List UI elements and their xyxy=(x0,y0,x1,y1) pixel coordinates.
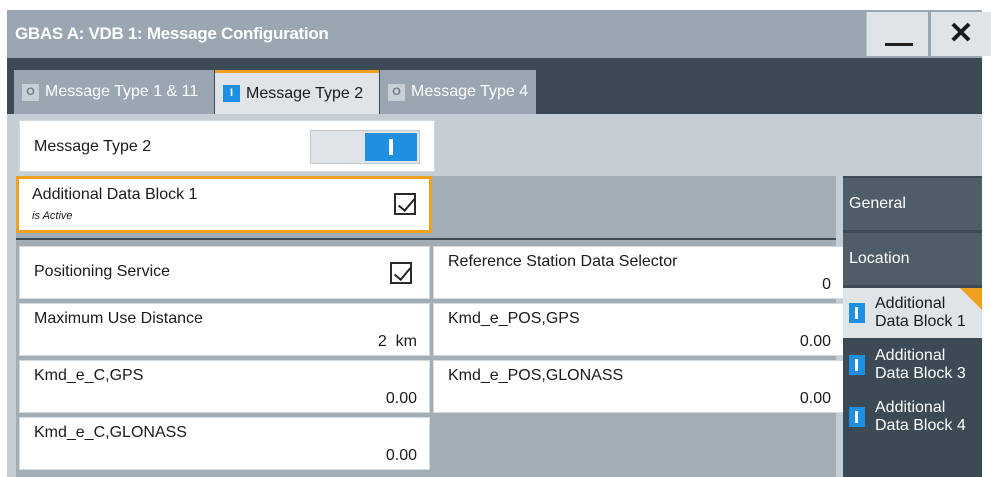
message-type-toggle[interactable] xyxy=(310,130,420,164)
positioning-service-field[interactable]: Positioning Service xyxy=(19,246,430,299)
nav-label-line2: Data Block 1 xyxy=(875,313,966,330)
additional-data-block-panel[interactable]: Additional Data Block 1 is Active xyxy=(16,176,432,233)
field-label: Reference Station Data Selector xyxy=(448,253,678,270)
nav-label-line1: Additional xyxy=(875,347,946,364)
minimize-button[interactable] xyxy=(866,12,928,56)
maximum-use-distance-field[interactable]: Maximum Use Distance 2 km xyxy=(19,303,430,356)
tab-strip: O Message Type 1 & 11 I Message Type 2 O… xyxy=(7,58,982,114)
message-type-label: Message Type 2 xyxy=(34,138,152,155)
minimize-icon xyxy=(885,43,913,46)
active-indicator-icon xyxy=(849,355,865,375)
tab-state-indicator-icon: I xyxy=(223,85,240,102)
window-title: GBAS A: VDB 1: Message Configuration xyxy=(15,24,329,43)
active-indicator-icon xyxy=(849,407,865,427)
reference-station-data-selector-field[interactable]: Reference Station Data Selector 0 xyxy=(433,246,844,299)
field-value: 0.00 xyxy=(799,333,831,350)
toggle-on-indicator xyxy=(365,133,417,161)
nav-label-line2: Data Block 4 xyxy=(875,417,966,434)
nav-location[interactable]: Location xyxy=(843,233,982,285)
field-label: Positioning Service xyxy=(34,263,171,280)
field-label: Kmd_e_C,GLONASS xyxy=(34,424,187,441)
title-bar: GBAS A: VDB 1: Message Configuration ✕ xyxy=(7,10,991,58)
adb-active-checkbox[interactable] xyxy=(394,193,416,215)
nav-label-line2: Data Block 3 xyxy=(875,365,966,382)
tab-message-type-4[interactable]: O Message Type 4 xyxy=(380,70,536,114)
field-label: Kmd_e_POS,GPS xyxy=(448,310,580,327)
nav-general[interactable]: General xyxy=(843,178,982,230)
adb-title: Additional Data Block 1 xyxy=(32,186,198,203)
positioning-service-checkbox[interactable] xyxy=(390,262,412,284)
tab-state-indicator-icon: O xyxy=(22,83,39,101)
field-value: 0.00 xyxy=(385,390,417,407)
field-value: 0.00 xyxy=(385,447,417,464)
field-value: 0 xyxy=(822,276,831,293)
tab-message-type-1-11[interactable]: O Message Type 1 & 11 xyxy=(14,70,214,114)
nav-label-line1: Additional xyxy=(875,295,946,312)
message-type-panel: Message Type 2 xyxy=(19,120,435,172)
side-navigation: General Location Additional Data Block 1 … xyxy=(843,176,982,477)
section-divider xyxy=(16,238,836,240)
tab-state-indicator-icon: O xyxy=(388,83,405,101)
field-label: Kmd_e_POS,GLONASS xyxy=(448,367,624,384)
nav-additional-data-block-3[interactable]: Additional Data Block 3 xyxy=(843,340,982,390)
content-area: Message Type 2 Additional Data Block 1 i… xyxy=(7,114,982,477)
nav-additional-data-block-1[interactable]: Additional Data Block 1 xyxy=(843,288,982,338)
kmd-e-c-glonass-field[interactable]: Kmd_e_C,GLONASS 0.00 xyxy=(19,417,430,470)
kmd-e-pos-gps-field[interactable]: Kmd_e_POS,GPS 0.00 xyxy=(433,303,844,356)
kmd-e-c-gps-field[interactable]: Kmd_e_C,GPS 0.00 xyxy=(19,360,430,413)
nav-label-line1: Additional xyxy=(875,399,946,416)
tab-label: Message Type 1 & 11 xyxy=(45,83,199,100)
close-icon: ✕ xyxy=(948,17,974,50)
field-label: Kmd_e_C,GPS xyxy=(34,367,144,384)
kmd-e-pos-glonass-field[interactable]: Kmd_e_POS,GLONASS 0.00 xyxy=(433,360,844,413)
field-label: Maximum Use Distance xyxy=(34,310,203,327)
tab-message-type-2[interactable]: I Message Type 2 xyxy=(215,70,379,114)
tab-label: Message Type 4 xyxy=(411,83,529,100)
active-indicator-icon xyxy=(849,303,865,323)
field-value: 0.00 xyxy=(799,390,831,407)
nav-additional-data-block-4[interactable]: Additional Data Block 4 xyxy=(843,392,982,442)
field-value: 2 km xyxy=(377,333,417,350)
tab-label: Message Type 2 xyxy=(246,84,364,102)
adb-status: is Active xyxy=(32,210,73,222)
close-button[interactable]: ✕ xyxy=(929,12,991,56)
